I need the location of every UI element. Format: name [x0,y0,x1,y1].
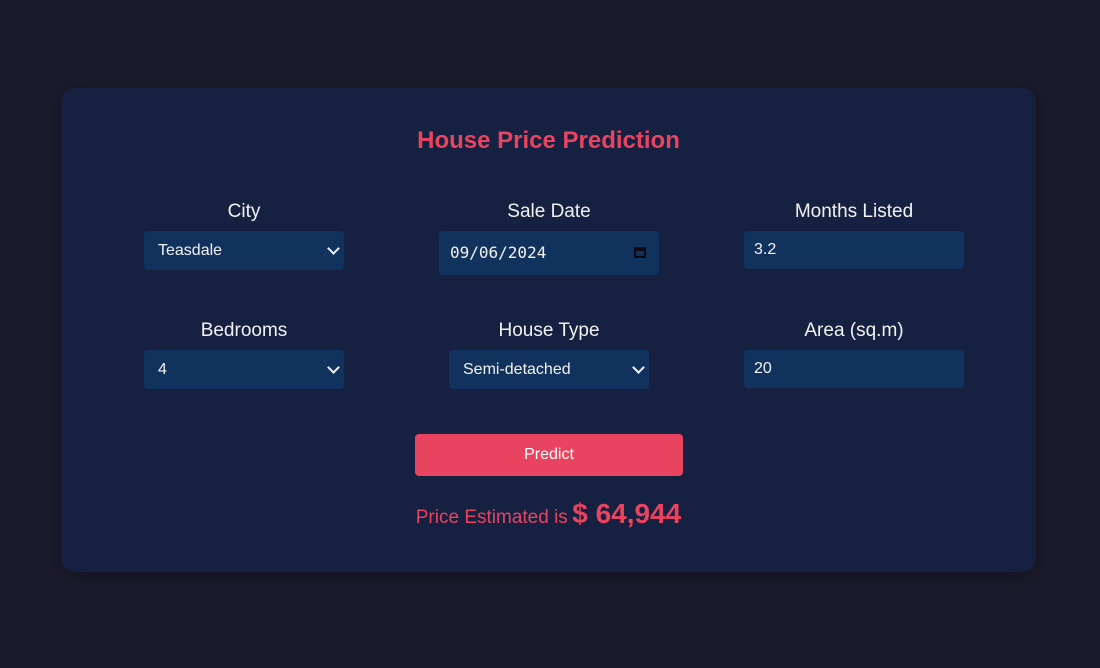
months-listed-value: 3.2 [754,241,777,258]
city-select-value: Teasdale [158,242,223,259]
chevron-down-icon [327,242,340,255]
city-select[interactable]: Teasdale [144,231,344,270]
bedrooms-label: Bedrooms [200,320,288,341]
house-type-select-value: Semi-detached [463,361,571,378]
area-input[interactable]: 20 [744,350,964,388]
house-type-label: House Type [498,320,600,341]
city-field: City Teasdale [144,201,344,270]
prediction-card: House Price Prediction City Teasdale Sal… [61,88,1036,572]
city-label: City [227,201,261,222]
price-result-amount: $ 64,944 [572,498,682,529]
sale-date-input[interactable]: 09/06/2024 [439,231,659,275]
page-title: House Price Prediction [417,127,680,154]
area-label: Area (sq.m) [804,320,904,341]
price-result: Price Estimated is $ 64,944 [61,498,1036,530]
area-field: Area (sq.m) 20 [744,320,964,388]
chevron-down-icon [327,361,340,374]
months-listed-label: Months Listed [794,201,914,222]
chevron-down-icon [632,361,645,374]
predict-button[interactable]: Predict [415,434,683,476]
months-listed-field: Months Listed 3.2 [744,201,964,269]
sale-date-value: 09/06/2024 [450,243,547,262]
sale-date-field: Sale Date 09/06/2024 [439,201,659,275]
house-type-field: House Type Semi-detached [449,320,649,389]
bedrooms-select[interactable]: 4 [144,350,344,389]
bedrooms-field: Bedrooms 4 [144,320,344,389]
months-listed-input[interactable]: 3.2 [744,231,964,269]
calendar-icon[interactable] [634,247,646,258]
bedrooms-select-value: 4 [158,361,167,378]
price-result-prefix: Price Estimated is [415,507,568,528]
area-value: 20 [754,360,772,377]
sale-date-label: Sale Date [507,201,591,222]
house-type-select[interactable]: Semi-detached [449,350,649,389]
